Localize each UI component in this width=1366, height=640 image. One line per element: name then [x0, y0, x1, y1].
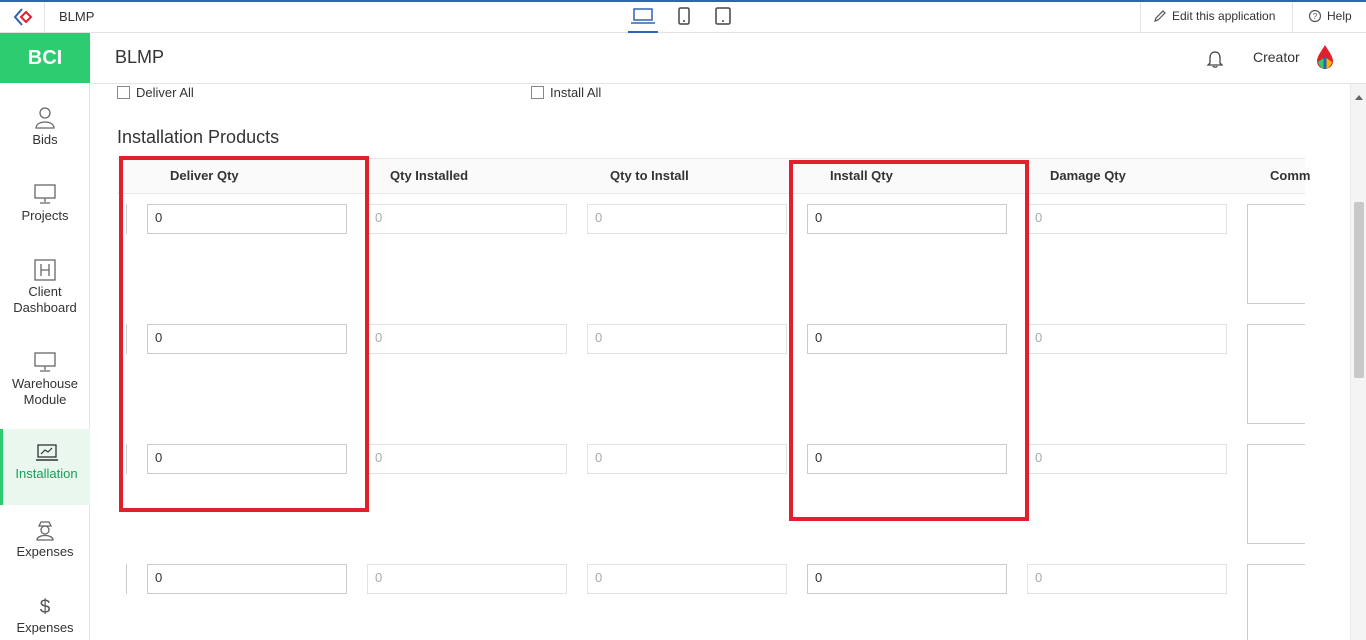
comment-textarea[interactable]	[1247, 564, 1305, 640]
damage-qty-field: 0	[1027, 564, 1227, 594]
user-icon	[35, 107, 55, 129]
sidebar-item-installation[interactable]: Installation	[0, 429, 90, 505]
sidebar-item-label: Client Dashboard	[13, 284, 77, 315]
svg-text:$: $	[40, 597, 51, 617]
column-header: Damage Qty	[1050, 168, 1126, 183]
help-icon: ?	[1308, 9, 1322, 23]
creator-drop-logo-icon[interactable]	[1314, 44, 1336, 75]
damage-qty-field: 0	[1027, 204, 1227, 234]
deliver-qty-highlight	[119, 156, 369, 512]
notification-bell-icon[interactable]	[1206, 50, 1224, 73]
qty-to-install-field: 0	[587, 444, 787, 474]
qty-installed-field: 0	[367, 204, 567, 234]
dollar-icon: $	[40, 597, 51, 617]
person-hat-icon	[36, 521, 54, 541]
qty-installed-field: 0	[367, 564, 567, 594]
damage-qty-field: 0	[1027, 324, 1227, 354]
sidebar-item-label: Expenses	[16, 544, 74, 559]
page-header: BLMP Creator	[90, 33, 1366, 84]
sidebar-item-expenses[interactable]: Expenses	[0, 519, 90, 560]
qty-installed-field: 0	[367, 324, 567, 354]
install-qty-highlight	[789, 160, 1029, 521]
comment-textarea[interactable]	[1247, 324, 1305, 424]
sidebar-item-expenses-2[interactable]: $ Expenses	[0, 595, 90, 636]
sidebar: BCI Bids Projects Client Dashboard Wareh…	[0, 33, 90, 640]
user-name[interactable]: Creator	[1253, 49, 1300, 65]
help-label: Help	[1327, 9, 1352, 23]
qty-to-install-field: 0	[587, 564, 787, 594]
scrollbar-thumb[interactable]	[1354, 202, 1364, 378]
chart-monitor-icon	[35, 444, 58, 461]
vertical-scrollbar[interactable]	[1350, 84, 1366, 640]
clipped-cell	[117, 564, 127, 594]
qty-to-install-field: 0	[587, 324, 787, 354]
column-header: Comm	[1270, 168, 1311, 183]
deliver-qty-input[interactable]: 0	[147, 564, 347, 594]
sidebar-item-projects[interactable]: Projects	[0, 183, 90, 224]
app-top-bar: BLMP Edit this application ? Help	[0, 0, 1366, 33]
sidebar-item-client-dashboard[interactable]: Client Dashboard	[0, 259, 90, 316]
sidebar-item-label: Bids	[32, 132, 58, 147]
page-title: BLMP	[115, 47, 165, 67]
monitor-icon	[34, 352, 56, 372]
svg-text:?: ?	[1313, 12, 1318, 21]
sidebar-item-label: Expenses	[16, 620, 74, 635]
sidebar-item-label: Projects	[21, 208, 69, 223]
install-all-label: Install All	[550, 85, 602, 100]
brand-logo[interactable]: BCI	[0, 33, 90, 83]
sidebar-item-warehouse-module[interactable]: Warehouse Module	[0, 351, 90, 408]
checkbox-box[interactable]	[117, 86, 130, 99]
edit-application-link[interactable]: Edit this application	[1153, 9, 1275, 23]
comment-textarea[interactable]	[1247, 204, 1305, 304]
phone-view-icon[interactable]	[676, 6, 692, 33]
pencil-icon	[1154, 10, 1166, 22]
deliver-all-checkbox[interactable]: Deliver All	[117, 85, 194, 100]
qty-installed-field: 0	[367, 444, 567, 474]
tablet-view-icon[interactable]	[713, 6, 733, 33]
help-link[interactable]: ? Help	[1308, 9, 1352, 23]
h-box-icon	[34, 259, 56, 281]
desktop-view-icon[interactable]	[628, 6, 658, 33]
edit-application-label: Edit this application	[1172, 9, 1276, 23]
app-switcher-icon[interactable]	[12, 6, 38, 28]
scroll-up-arrow-icon[interactable]	[1354, 88, 1364, 106]
comment-textarea[interactable]	[1247, 444, 1305, 544]
qty-to-install-field: 0	[587, 204, 787, 234]
section-title: Installation Products	[117, 127, 280, 147]
sidebar-item-bids[interactable]: Bids	[0, 105, 90, 148]
damage-qty-field: 0	[1027, 444, 1227, 474]
sidebar-item-label: Installation	[15, 466, 78, 481]
form-content: Deliver All Install All Installation Pro…	[91, 84, 1350, 640]
column-header: Qty to Install	[610, 168, 689, 183]
install-all-checkbox[interactable]: Install All	[531, 85, 601, 100]
monitor-icon	[34, 184, 56, 204]
deliver-all-label: Deliver All	[136, 85, 194, 100]
column-header: Qty Installed	[390, 168, 469, 183]
install-qty-input[interactable]: 0	[807, 564, 1007, 594]
app-name: BLMP	[59, 9, 95, 24]
checkbox-box[interactable]	[531, 86, 544, 99]
sidebar-item-label: Warehouse Module	[12, 376, 78, 407]
